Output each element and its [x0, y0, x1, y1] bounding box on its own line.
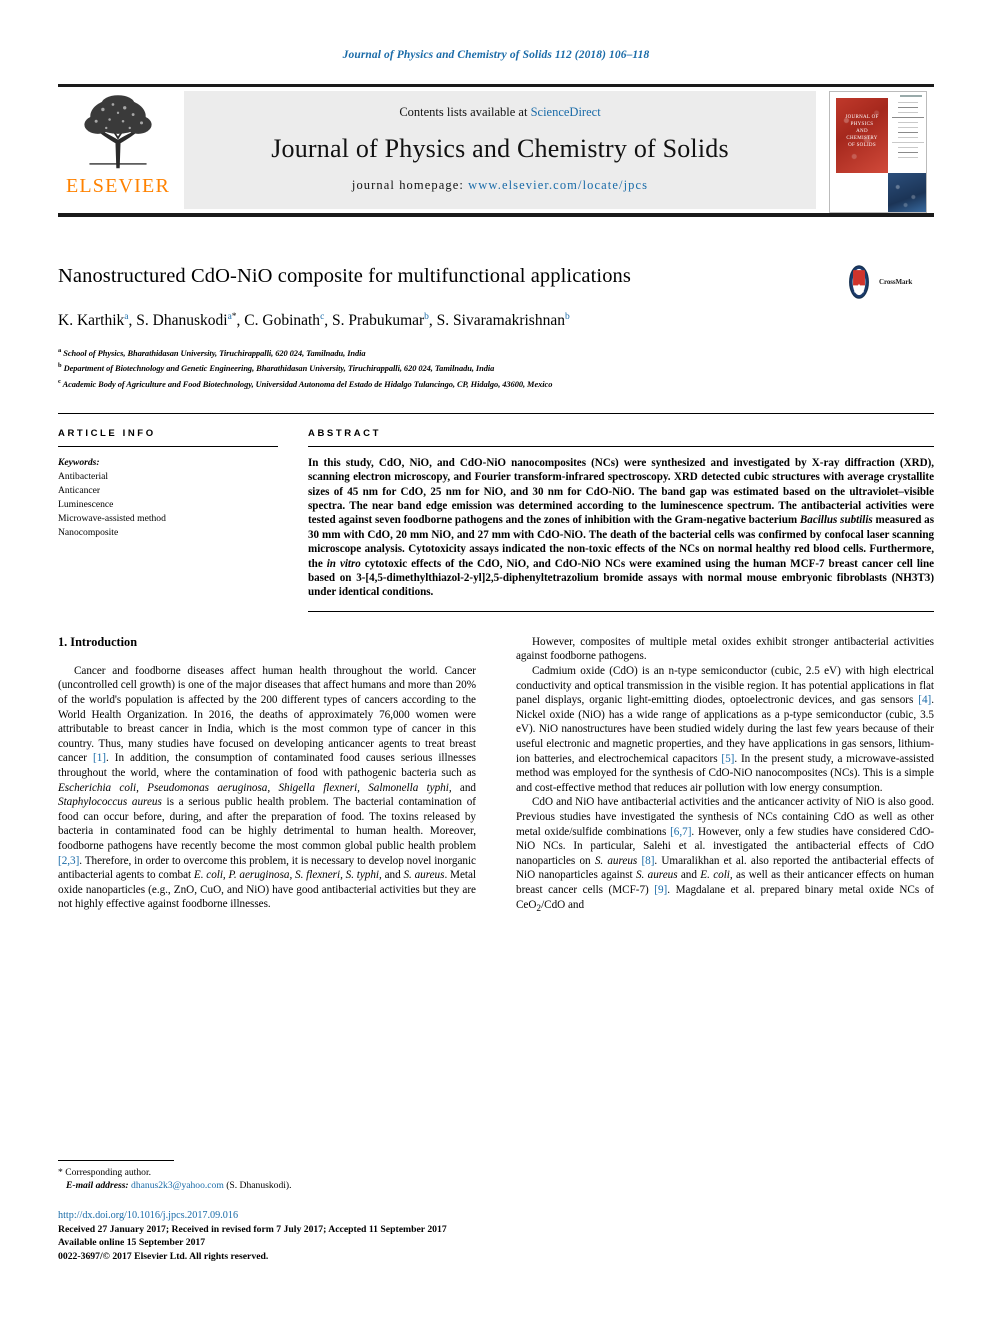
keyword-item: Luminescence — [58, 498, 114, 510]
author-2-affil-mark: c — [320, 312, 325, 322]
journal-masthead: ELSEVIER Contents lists available at Sci… — [58, 84, 934, 217]
elsevier-wordmark: ELSEVIER — [65, 175, 171, 197]
affiliation-b: b Department of Biotechnology and Geneti… — [58, 362, 495, 374]
crossmark-cell: CrossMark — [842, 263, 934, 299]
keyword-item: Microwave-assisted method — [58, 512, 166, 524]
paragraph-intro-right-2: Cadmium oxide (CdO) is an n-type semicon… — [516, 665, 934, 794]
keyword-item: Antibacterial — [58, 470, 109, 482]
paragraph-intro-right-1: However, composites of multiple metal ox… — [516, 635, 934, 663]
author-2: C. Gobinathc — [244, 312, 325, 330]
journal-cover-thumbnail: JOURNAL OF PHYSICS AND CHEMISTRY OF SOLIDS — [829, 91, 927, 213]
cover-title-text: JOURNAL OF PHYSICS AND CHEMISTRY OF SOLIDS — [845, 115, 879, 148]
author-0: K. Karthika — [58, 312, 129, 330]
article-first-page: Journal of Physics and Chemistry of Soli… — [0, 0, 992, 1323]
author-3-affil-mark: b — [424, 312, 429, 322]
author-4: S. Sivaramakrishnanb — [436, 312, 570, 330]
sciencedirect-link[interactable]: ScienceDirect — [531, 105, 601, 119]
elsevier-logo-cell: ELSEVIER — [58, 87, 178, 213]
keywords-list: Antibacterial Anticancer Luminescence Mi… — [58, 470, 278, 540]
article-history: Received 27 January 2017; Received in re… — [58, 1223, 447, 1235]
paragraph-intro-left: Cancer and foodborne diseases affect hum… — [58, 664, 477, 911]
available-online: Available online 15 September 2017 — [58, 1237, 206, 1249]
body-columns: 1. Introduction Cancer and foodborne dis… — [58, 635, 934, 917]
doi-link[interactable]: http://dx.doi.org/10.1016/j.jpcs.2017.09… — [58, 1209, 498, 1223]
affiliation-a: a School of Physics, Bharathidasan Unive… — [58, 347, 366, 358]
journal-cover-cell: JOURNAL OF PHYSICS AND CHEMISTRY OF SOLIDS — [822, 87, 934, 213]
author-4-affil-mark: b — [564, 312, 570, 322]
running-head: Journal of Physics and Chemistry of Soli… — [342, 49, 650, 61]
email-note: E-mail address: dhanus2k3@yahoo.com (S. … — [66, 1180, 292, 1192]
author-list: K. Karthika, S. Dhanuskodia*, C. Gobinat… — [58, 312, 570, 330]
journal-title: Journal of Physics and Chemistry of Soli… — [271, 134, 729, 163]
abstract-rule — [308, 445, 934, 447]
affiliation-list: a School of Physics, Bharathidasan Unive… — [58, 345, 828, 391]
crossmark-label: CrossMark — [879, 278, 913, 286]
corresponding-author-note: * Corresponding author. — [58, 1166, 152, 1178]
cover-topbar — [900, 95, 922, 97]
keyword-item: Anticancer — [58, 484, 101, 496]
cover-text-lines — [892, 102, 924, 162]
journal-homepage-line: journal homepage: www.elsevier.com/locat… — [352, 178, 648, 193]
page-title: Nanostructured CdO-NiO composite for mul… — [58, 265, 631, 287]
paragraph-intro-right-3: CdO and NiO have antibacterial activitie… — [516, 796, 934, 914]
author-email-link[interactable]: dhanus2k3@yahoo.com — [131, 1180, 224, 1191]
cover-red-panel: JOURNAL OF PHYSICS AND CHEMISTRY OF SOLIDS — [836, 98, 888, 173]
author-3: S. Prabukumarb — [332, 312, 429, 330]
article-info-column: ARTICLE INFO Keywords: Antibacterial Ant… — [58, 428, 308, 612]
copyright-line: 0022-3697/© 2017 Elsevier Ltd. All right… — [58, 1250, 269, 1262]
masthead-center: Contents lists available at ScienceDirec… — [184, 91, 816, 209]
page-footnote: * Corresponding author. E-mail address: … — [58, 1159, 498, 1263]
footer-meta: http://dx.doi.org/10.1016/j.jpcs.2017.09… — [58, 1209, 498, 1263]
cover-blue-panel — [888, 173, 926, 212]
title-author-block: Nanostructured CdO-NiO composite for mul… — [58, 263, 934, 391]
article-info-rule — [58, 445, 278, 447]
abstract-text: In this study, CdO, NiO, and CdO-NiO nan… — [308, 456, 935, 599]
elsevier-tree-icon — [84, 95, 152, 169]
info-abstract-section: ARTICLE INFO Keywords: Antibacterial Ant… — [58, 412, 934, 612]
author-0-affil-mark: a — [124, 312, 129, 322]
contents-prefix: Contents lists available at — [399, 105, 531, 119]
crossmark-badge[interactable]: CrossMark — [842, 265, 912, 299]
article-info-heading: ARTICLE INFO — [58, 427, 156, 439]
homepage-label: journal homepage: — [351, 178, 469, 192]
section-heading-introduction: 1. Introduction — [58, 634, 138, 649]
abstract-column: ABSTRACT In this study, CdO, NiO, and Cd… — [308, 428, 934, 612]
footnote-rule — [58, 1159, 174, 1161]
corresponding-author-mark: * — [231, 312, 237, 322]
contents-available-line: Contents lists available at ScienceDirec… — [399, 105, 600, 120]
keyword-item: Nanocomposite — [58, 526, 119, 538]
body-column-left: 1. Introduction Cancer and foodborne dis… — [58, 635, 476, 917]
abstract-bottom-rule — [308, 610, 934, 612]
abstract-heading: ABSTRACT — [308, 427, 382, 439]
affiliation-c: c Academic Body of Agriculture and Food … — [58, 377, 553, 389]
keywords-label: Keywords: — [58, 456, 100, 468]
crossmark-icon — [849, 265, 869, 299]
homepage-url-link[interactable]: www.elsevier.com/locate/jpcs — [468, 178, 648, 192]
body-column-right: However, composites of multiple metal ox… — [516, 635, 934, 917]
author-1: S. Dhanuskodia* — [136, 312, 237, 330]
